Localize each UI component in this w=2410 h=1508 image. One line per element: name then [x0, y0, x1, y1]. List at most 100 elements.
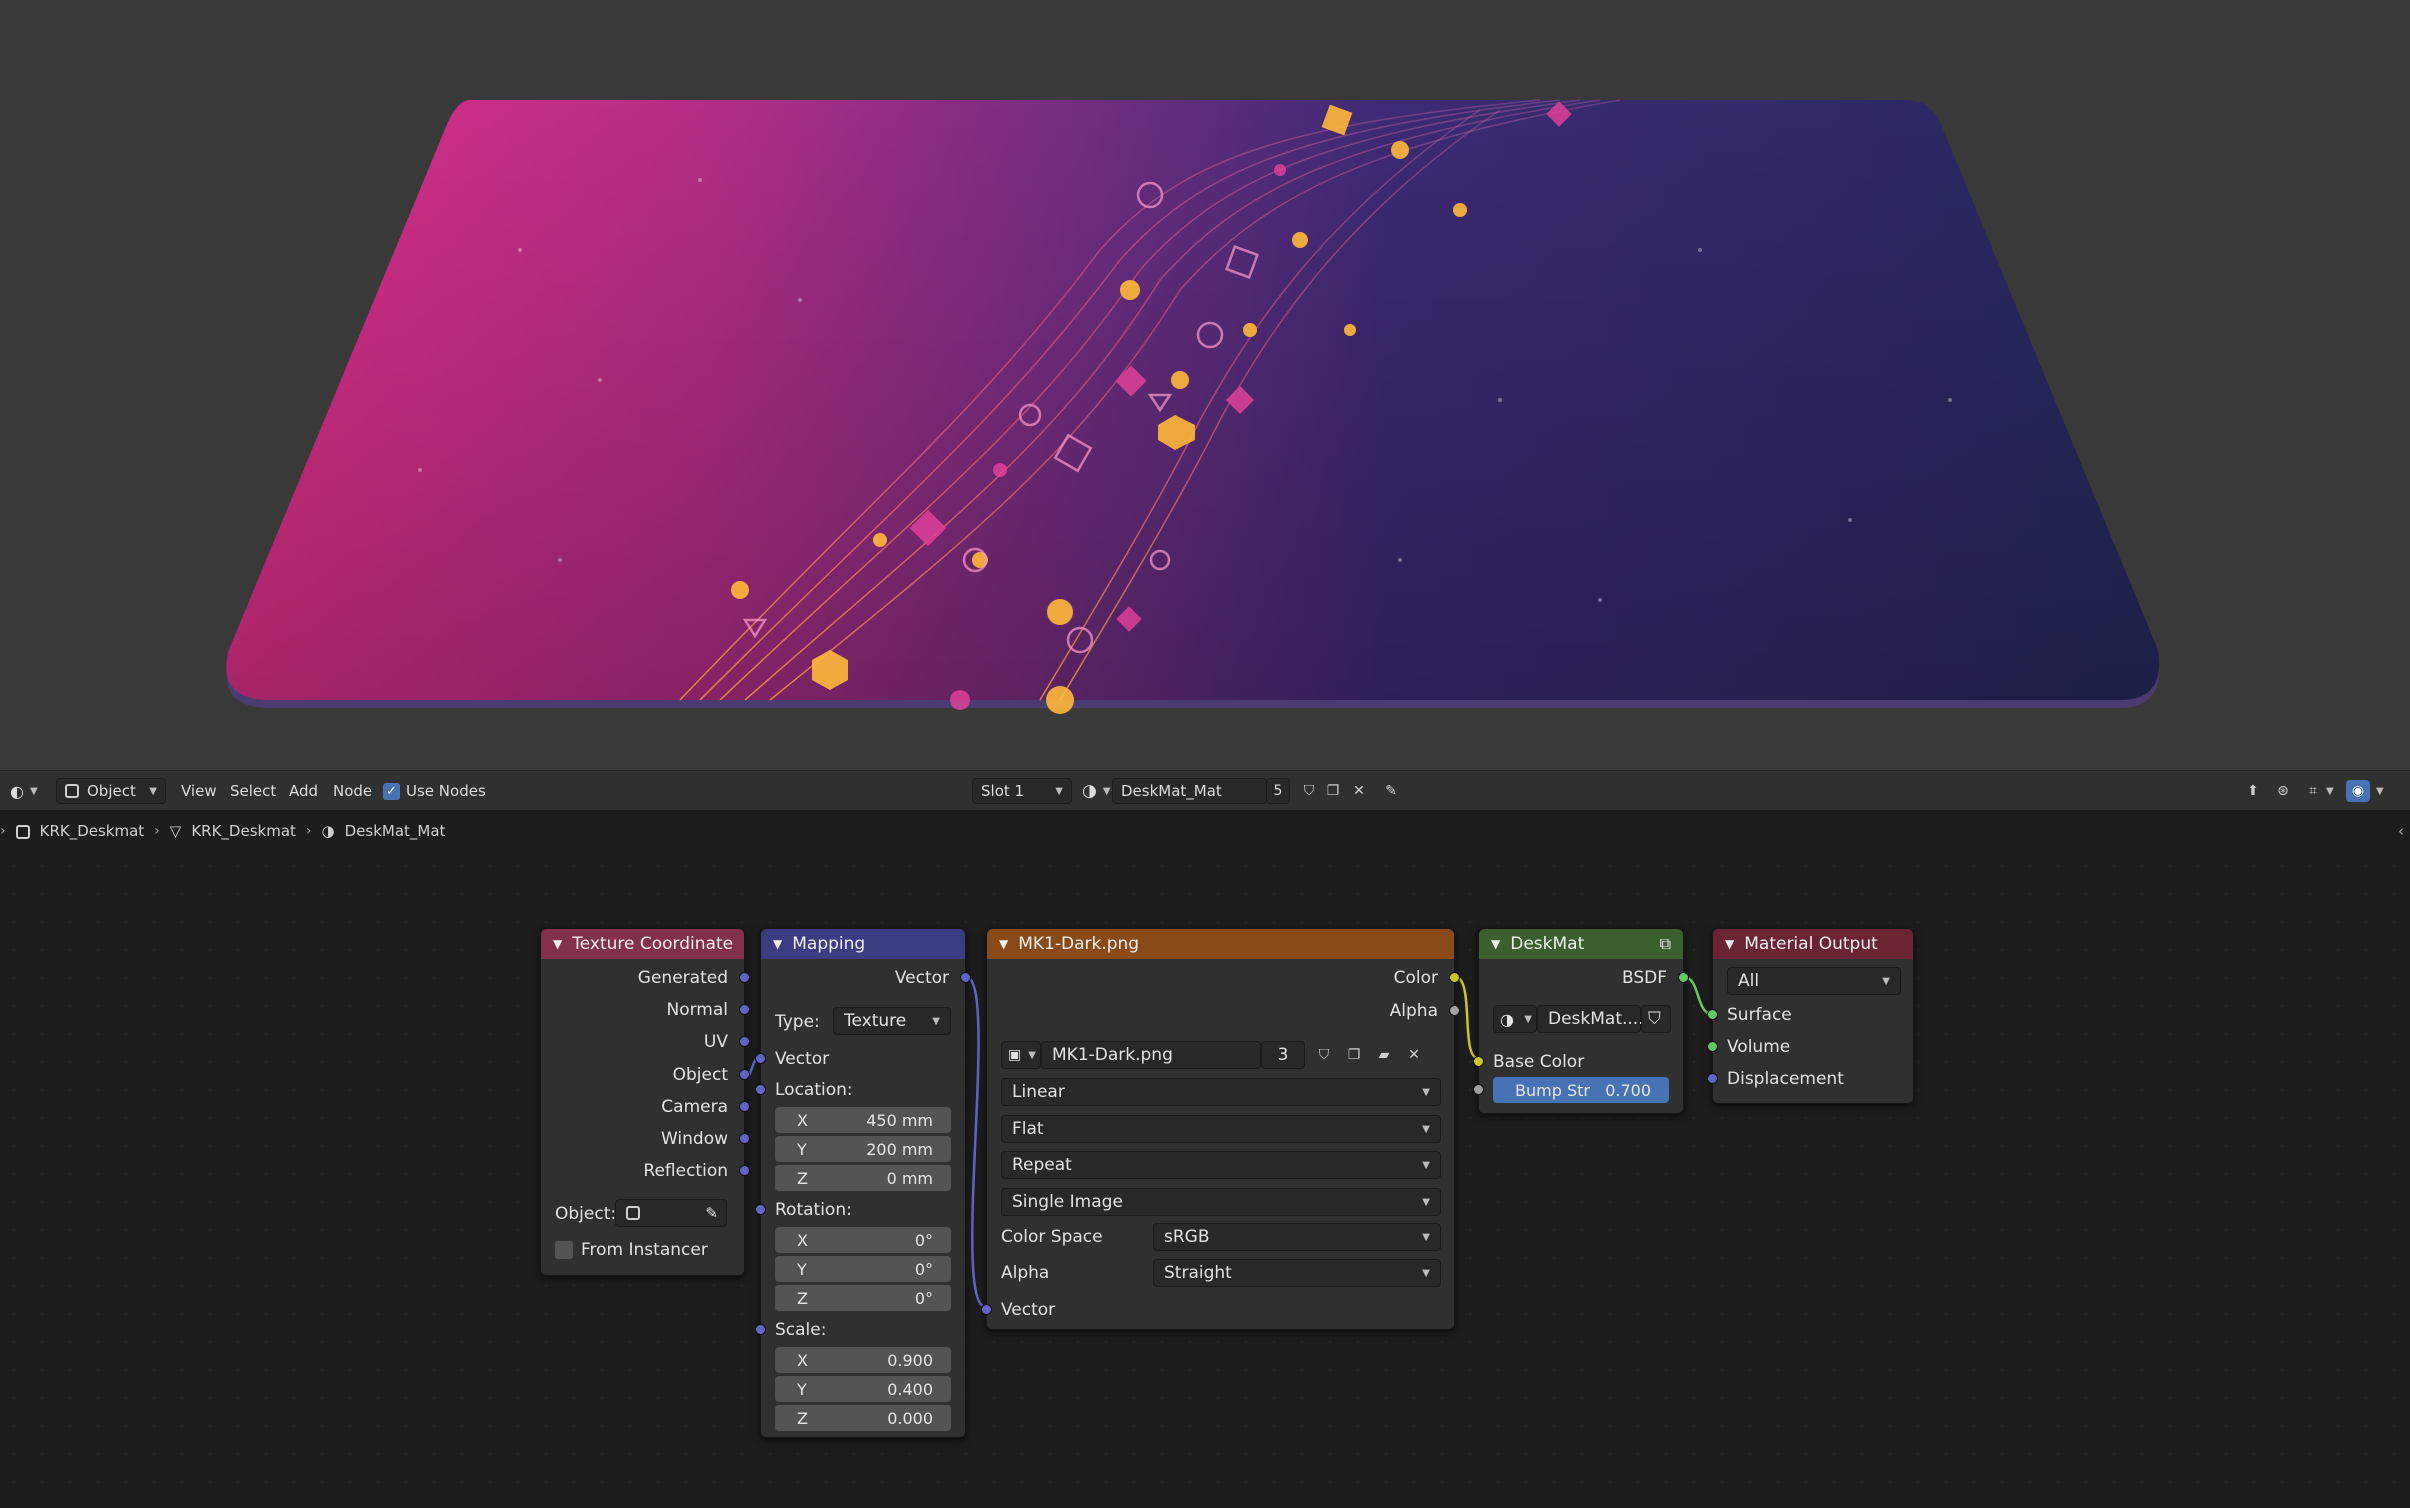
socket-alpha-out[interactable] — [1449, 1005, 1460, 1016]
collapse-chevron-icon[interactable]: ▼ — [1491, 937, 1500, 951]
object-mode-dropdown[interactable]: Object ▼ — [56, 778, 166, 804]
socket-vector-in[interactable] — [981, 1304, 992, 1315]
sidebar-toggle-icon[interactable]: ‹ — [2398, 822, 2404, 840]
node-header[interactable]: ▼ Material Output — [1713, 929, 1913, 959]
socket-surface[interactable] — [1707, 1009, 1718, 1020]
duplicate-icon[interactable]: ❐ — [1341, 1042, 1367, 1068]
socket-bsdf-out[interactable] — [1678, 972, 1689, 983]
node-header[interactable]: ▼ Texture Coordinate — [541, 929, 744, 959]
unlink-icon[interactable]: ✕ — [1401, 1042, 1427, 1068]
collapse-chevron-icon[interactable]: ▼ — [553, 937, 562, 951]
group-browse-button[interactable]: ◑ ▼ — [1493, 1005, 1537, 1033]
texture-coordinate-node[interactable]: ▼ Texture Coordinate Generated Normal UV… — [540, 928, 750, 1276]
socket-location[interactable] — [755, 1084, 766, 1095]
socket-uv[interactable] — [739, 1036, 750, 1047]
socket-vector-out[interactable] — [960, 972, 971, 983]
deskmat-group-node[interactable]: ▼ DeskMat ⧉ BSDF ◑ ▼ DeskMat.... ⛉ Base C… — [1473, 928, 1689, 1114]
scale-y-field[interactable]: Y 0.400 — [775, 1376, 951, 1402]
rotation-x-field[interactable]: X 0° — [775, 1227, 951, 1253]
interpolation-dropdown[interactable]: Linear ▼ — [1001, 1078, 1441, 1106]
node-header[interactable]: ▼ MK1-Dark.png — [987, 929, 1454, 959]
socket-color-out[interactable] — [1449, 972, 1460, 983]
snap-icon[interactable]: ⊛ — [2270, 778, 2296, 804]
unlink-icon[interactable]: ✕ — [1346, 778, 1372, 804]
object-icon — [65, 784, 79, 798]
slot-dropdown[interactable]: Slot 1 ▼ — [972, 778, 1072, 804]
socket-vector-in[interactable] — [755, 1053, 766, 1064]
menu-node[interactable]: Node — [333, 778, 372, 804]
node-header[interactable]: ▼ Mapping — [761, 929, 965, 959]
socket-bump-strength[interactable] — [1473, 1084, 1484, 1095]
output-target-dropdown[interactable]: All ▼ — [1727, 967, 1901, 995]
node-header[interactable]: ▼ DeskMat ⧉ — [1479, 929, 1683, 959]
object-icon — [15, 822, 30, 840]
parent-node-tree-icon[interactable]: ⬆ — [2240, 778, 2266, 804]
bump-strength-slider[interactable]: Bump Str 0.700 — [1493, 1077, 1669, 1103]
fake-user-icon[interactable]: ⛉ — [1296, 778, 1322, 804]
socket-rotation[interactable] — [755, 1204, 766, 1215]
scale-z-field[interactable]: Z 0.000 — [775, 1405, 951, 1431]
group-datablock-field[interactable]: DeskMat.... — [1537, 1005, 1644, 1033]
chevron-right-icon: › — [0, 823, 6, 839]
socket-camera[interactable] — [739, 1101, 750, 1112]
rotation-y-field[interactable]: Y 0° — [775, 1256, 951, 1282]
duplicate-icon[interactable]: ❐ — [1320, 778, 1346, 804]
location-y-field[interactable]: Y 200 mm — [775, 1136, 951, 1162]
mapping-type-dropdown[interactable]: Texture ▼ — [833, 1007, 951, 1035]
menu-add[interactable]: Add — [289, 778, 318, 804]
breadcrumb-material: DeskMat_Mat — [344, 822, 446, 840]
socket-displacement[interactable] — [1707, 1073, 1718, 1084]
open-folder-icon[interactable]: ▰ — [1371, 1042, 1397, 1068]
eyedropper-icon[interactable]: ✎ — [705, 1204, 718, 1222]
from-instancer-checkbox[interactable]: From Instancer — [555, 1237, 708, 1263]
rotation-z-field[interactable]: Z 0° — [775, 1285, 951, 1311]
object-picker[interactable]: ✎ — [615, 1199, 727, 1227]
extension-dropdown[interactable]: Repeat ▼ — [1001, 1151, 1441, 1179]
socket-base-color[interactable] — [1473, 1056, 1484, 1067]
image-name-field[interactable]: MK1-Dark.png — [1041, 1041, 1261, 1069]
scale-x-field[interactable]: X 0.900 — [775, 1347, 951, 1373]
image-browse-button[interactable]: ▣ ▼ — [1001, 1041, 1041, 1069]
alpha-mode-dropdown[interactable]: Straight ▼ — [1153, 1259, 1441, 1287]
socket-volume[interactable] — [1707, 1041, 1718, 1052]
breadcrumb: › KRK_Deskmat › ▽ KRK_Deskmat › ◑ DeskMa… — [0, 810, 2410, 852]
collapse-chevron-icon[interactable]: ▼ — [773, 937, 782, 951]
fake-user-icon[interactable]: ⛉ — [1641, 1005, 1671, 1033]
menu-select[interactable]: Select — [230, 778, 276, 804]
use-nodes-toggle[interactable]: ✓ Use Nodes — [383, 778, 486, 804]
socket-object[interactable] — [739, 1069, 750, 1080]
menu-view[interactable]: View — [181, 778, 217, 804]
3d-viewport[interactable] — [0, 0, 2410, 770]
collapse-chevron-icon[interactable]: ▼ — [1725, 937, 1734, 951]
source-dropdown[interactable]: Single Image ▼ — [1001, 1188, 1441, 1216]
material-name-field[interactable]: DeskMat_Mat — [1112, 778, 1267, 804]
socket-reflection[interactable] — [739, 1165, 750, 1176]
breadcrumb-object: KRK_Deskmat — [39, 822, 145, 840]
output-object: Object — [672, 1065, 728, 1085]
socket-scale[interactable] — [755, 1324, 766, 1335]
location-x-field[interactable]: X 450 mm — [775, 1107, 951, 1133]
image-user-count[interactable]: 3 — [1261, 1041, 1305, 1069]
breadcrumb-mesh: KRK_Deskmat — [191, 822, 296, 840]
collapse-chevron-icon[interactable]: ▼ — [999, 937, 1008, 951]
snap-mode-icon[interactable]: ⌗ ▼ — [2300, 778, 2334, 804]
pin-icon[interactable]: ✎ — [1378, 778, 1404, 804]
socket-generated[interactable] — [739, 972, 750, 983]
socket-window[interactable] — [739, 1133, 750, 1144]
material-output-node[interactable]: ▼ Material Output All ▼ Surface Volume Di… — [1707, 928, 1914, 1104]
material-browse-button[interactable]: ◑ ▼ — [1082, 778, 1111, 804]
editor-type-dropdown[interactable]: ◐ ▼ — [10, 778, 38, 804]
deskmat-render — [226, 99, 2160, 714]
image-texture-node[interactable]: ▼ MK1-Dark.png Color Alpha ▣ ▼ MK1-Dark.p… — [981, 928, 1460, 1330]
material-user-count[interactable]: 5 — [1266, 778, 1290, 804]
projection-dropdown[interactable]: Flat ▼ — [1001, 1115, 1441, 1143]
overlays-icon[interactable]: ◉ ▼ — [2346, 778, 2384, 804]
node-editor-canvas[interactable]: ▼ Texture Coordinate Generated Normal UV… — [0, 852, 2410, 1508]
object-label: Object: — [555, 1204, 617, 1224]
location-z-field[interactable]: Z0 mm — [775, 1165, 951, 1191]
color-space-dropdown[interactable]: sRGB ▼ — [1153, 1223, 1441, 1251]
fake-user-icon[interactable]: ⛉ — [1311, 1042, 1337, 1068]
node-group-icon[interactable]: ⧉ — [1660, 934, 1671, 954]
socket-normal[interactable] — [739, 1004, 750, 1015]
mapping-node[interactable]: ▼ Mapping Vector Type: Texture ▼ Vector L… — [755, 928, 971, 1438]
